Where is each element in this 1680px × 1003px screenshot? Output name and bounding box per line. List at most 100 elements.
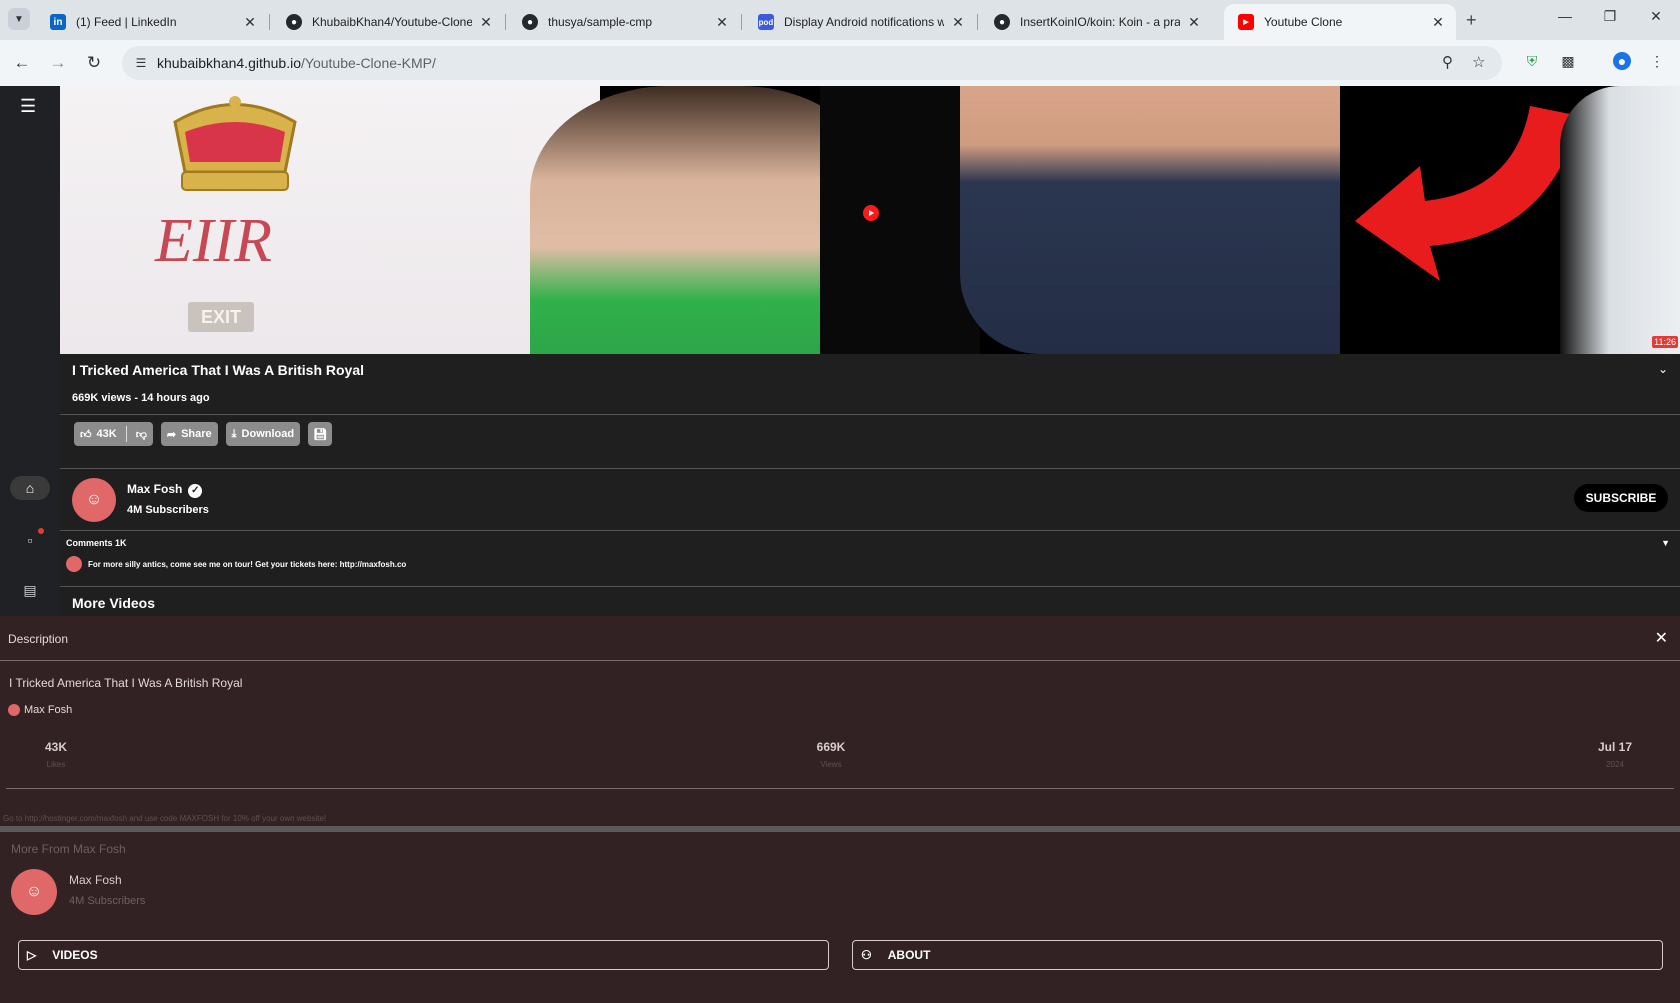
chevron-down-icon[interactable]: ▼ bbox=[1661, 538, 1670, 548]
owner-name: Max Fosh bbox=[24, 704, 73, 716]
video-stats: 669K views - 14 hours ago bbox=[72, 392, 210, 404]
video-thumbnail[interactable]: EIIR EXIT 11:26 bbox=[60, 86, 1680, 354]
github-icon: ● bbox=[994, 14, 1010, 30]
crown-graphic bbox=[173, 96, 297, 191]
more-videos-heading: More Videos bbox=[72, 595, 155, 611]
thumbs-up-icon[interactable]: 👍︎ bbox=[80, 428, 92, 441]
video-metadata: I Tricked America That I Was A British R… bbox=[60, 354, 1680, 530]
close-icon[interactable]: ✕ bbox=[242, 14, 258, 30]
videos-button[interactable]: ▷ VIDEOS bbox=[18, 940, 829, 970]
divider bbox=[125, 426, 127, 442]
close-icon[interactable]: ✕ bbox=[950, 14, 966, 30]
tab-youtube-clone[interactable]: ▶ Youtube Clone ✕ bbox=[1224, 4, 1456, 40]
play-icon[interactable] bbox=[863, 205, 879, 221]
close-icon[interactable]: ✕ bbox=[1186, 14, 1202, 30]
save-button[interactable]: 💾︎ bbox=[308, 422, 333, 446]
rail-library[interactable]: ▤ bbox=[10, 578, 50, 602]
channel-name[interactable]: Max Fosh ✓ bbox=[127, 482, 203, 498]
stat-likes: 43K Likes bbox=[36, 740, 76, 769]
restore-icon[interactable]: ❐ bbox=[1598, 8, 1622, 25]
profile-avatar-icon[interactable]: ● bbox=[1613, 52, 1631, 70]
tab-search-button[interactable]: ▼ bbox=[8, 8, 30, 30]
comments-header: Comments 1K bbox=[66, 538, 127, 548]
divider bbox=[60, 586, 1680, 587]
forward-icon[interactable]: → bbox=[47, 52, 69, 74]
shorts-icon: ▫ bbox=[27, 532, 33, 548]
browser-toolbar: ← → ↻ ☰ khubaibkhan4.github.io/Youtube-C… bbox=[0, 40, 1680, 86]
zoom-icon[interactable]: ⚲ bbox=[1442, 53, 1453, 71]
close-icon[interactable]: ✕ bbox=[714, 14, 730, 30]
tab-github-youtube-clone[interactable]: ● KhubaibKhan4/Youtube-Clone- ✕ bbox=[272, 4, 504, 40]
thumbs-down-icon[interactable]: 👎︎ bbox=[136, 428, 147, 441]
github-icon: ● bbox=[286, 14, 302, 30]
videos-label: VIDEOS bbox=[52, 948, 98, 962]
share-button[interactable]: ➦ Share bbox=[160, 422, 218, 446]
tab-koin[interactable]: ● InsertKoinIO/koin: Koin - a prag ✕ bbox=[980, 4, 1212, 40]
like-count[interactable]: 43K bbox=[97, 428, 117, 440]
sheet-video-title: I Tricked America That I Was A British R… bbox=[9, 676, 243, 690]
github-icon: ● bbox=[522, 14, 538, 30]
new-tab-button[interactable]: + bbox=[1466, 10, 1477, 31]
duration-badge: 11:26 bbox=[1652, 336, 1678, 348]
navigation-rail: ☰ ⌂ ▫ ▤ bbox=[0, 86, 60, 616]
address-bar[interactable]: ☰ khubaibkhan4.github.io/Youtube-Clone-K… bbox=[122, 46, 1502, 80]
close-icon[interactable]: ✕ bbox=[478, 14, 494, 30]
comments-section[interactable]: Comments 1K ▼ For more silly antics, com… bbox=[60, 530, 1680, 578]
close-icon[interactable]: ✕ bbox=[1430, 14, 1446, 30]
close-icon[interactable]: ✕ bbox=[1655, 628, 1668, 648]
tab-title: Display Android notifications w bbox=[784, 15, 944, 29]
notification-dot bbox=[38, 528, 44, 534]
more-menu-icon[interactable]: ⋮ bbox=[1648, 52, 1666, 70]
stat-value: 669K bbox=[816, 740, 846, 754]
more-from-channel[interactable]: ☺ Max Fosh 4M Subscribers bbox=[11, 869, 145, 915]
divider bbox=[6, 788, 1674, 789]
url-host: khubaibkhan4.github.io bbox=[157, 55, 302, 71]
tab-android-notifications[interactable]: pod Display Android notifications w ✕ bbox=[744, 4, 976, 40]
back-icon[interactable]: ← bbox=[11, 52, 33, 74]
verified-check-icon: ✓ bbox=[188, 484, 203, 498]
tab-title: KhubaibKhan4/Youtube-Clone- bbox=[312, 15, 472, 29]
video-library-icon: ▷ bbox=[27, 948, 37, 962]
contact-card-icon: ⚇ bbox=[861, 948, 872, 962]
sheet-title: Description bbox=[8, 632, 69, 646]
browser-tabstrip: ▼ in (1) Feed | LinkedIn ✕ ● KhubaibKhan… bbox=[0, 0, 1680, 40]
window-close-icon[interactable]: ✕ bbox=[1644, 8, 1668, 25]
hamburger-menu-icon[interactable]: ☰ bbox=[20, 96, 36, 117]
extensions-puzzle-icon[interactable]: ▩ bbox=[1559, 52, 1577, 70]
stat-date: Jul 17 2024 bbox=[1590, 740, 1640, 769]
tab-title: thusya/sample-cmp bbox=[548, 15, 653, 29]
download-label: Download bbox=[241, 428, 295, 440]
tab-github-sample-cmp[interactable]: ● thusya/sample-cmp ✕ bbox=[508, 4, 740, 40]
minimize-icon[interactable]: — bbox=[1553, 8, 1577, 24]
channel-row: ☺ Max Fosh ✓ 4M Subscribers bbox=[72, 478, 209, 522]
pod-icon: pod bbox=[758, 14, 774, 30]
stat-label: 2024 bbox=[1606, 760, 1624, 769]
comment-text: For more silly antics, come see me on to… bbox=[88, 559, 407, 569]
about-button[interactable]: ⚇ ABOUT bbox=[852, 940, 1663, 970]
stat-value: Jul 17 bbox=[1597, 740, 1633, 754]
linkedin-icon: in bbox=[50, 14, 66, 30]
channel-avatar[interactable]: ☺ bbox=[72, 478, 116, 522]
chevron-down-icon[interactable]: ⌄ bbox=[1658, 362, 1668, 376]
rail-shorts[interactable]: ▫ bbox=[10, 528, 50, 552]
stat-value: 43K bbox=[44, 740, 67, 754]
site-info-icon[interactable]: ☰ bbox=[130, 52, 152, 74]
subscribe-button[interactable]: SUBSCRIBE bbox=[1574, 484, 1668, 512]
tab-separator bbox=[977, 14, 978, 30]
youtube-clone-page: ☰ ⌂ ▫ ▤ EIIR EXIT 11:26 I Tricked Americ… bbox=[0, 86, 1680, 1003]
url-text[interactable]: khubaibkhan4.github.io/Youtube-Clone-KMP… bbox=[157, 55, 436, 71]
sheet-owner[interactable]: Max Fosh bbox=[8, 704, 72, 716]
tab-linkedin[interactable]: in (1) Feed | LinkedIn ✕ bbox=[36, 4, 268, 40]
rail-home[interactable]: ⌂ bbox=[10, 476, 50, 500]
share-label: Share bbox=[181, 428, 212, 440]
video-title[interactable]: I Tricked America That I Was A British R… bbox=[72, 362, 364, 378]
tab-title: Youtube Clone bbox=[1264, 15, 1343, 29]
stat-views: 669K Views bbox=[806, 740, 856, 769]
tab-separator bbox=[269, 14, 270, 30]
bookmark-star-icon[interactable]: ☆ bbox=[1472, 53, 1485, 71]
tab-separator bbox=[741, 14, 742, 30]
reload-icon[interactable]: ↻ bbox=[83, 52, 105, 74]
download-button[interactable]: ⤓ Download bbox=[225, 422, 301, 446]
channel-avatar: ☺ bbox=[11, 869, 57, 915]
shield-extension-icon[interactable]: ⛨ bbox=[1523, 52, 1541, 70]
